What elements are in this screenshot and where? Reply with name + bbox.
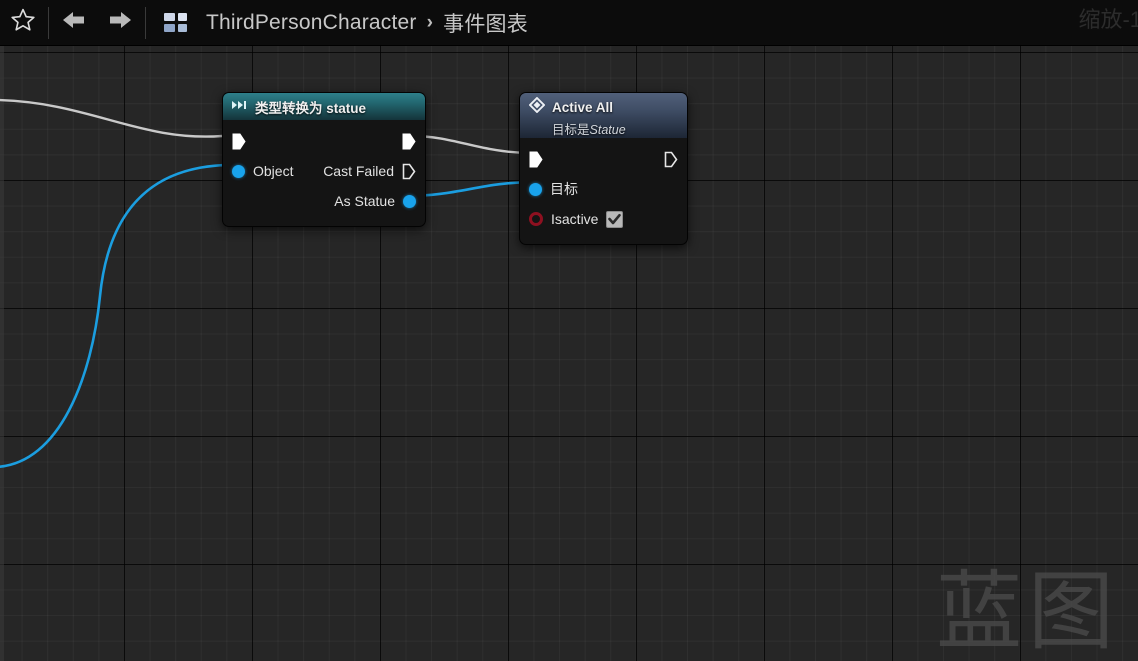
exec-in-icon	[529, 151, 543, 167]
blueprint-editor: ThirdPersonCharacter › 事件图表 缩放-1 类型转换为 s…	[0, 0, 1138, 661]
cast-exec-in-pin[interactable]	[232, 133, 246, 150]
active-all-node[interactable]: Active All 目标是Statue 目标 Isactive	[519, 92, 688, 245]
cast-node-body: Object Cast Failed As Statue	[223, 120, 425, 226]
as-statue-out-pin[interactable]	[403, 194, 416, 208]
exec-out-icon	[664, 151, 678, 167]
blueprint-asset-icon	[162, 10, 192, 36]
function-diamond-icon	[528, 96, 546, 118]
cast-failed-exec-pin[interactable]	[402, 163, 416, 180]
star-icon	[10, 7, 36, 38]
active-all-node-header[interactable]: Active All 目标是Statue	[520, 93, 687, 138]
zoom-level-label: 缩放-1	[1078, 7, 1138, 32]
active-exec-row	[520, 144, 687, 174]
active-exec-in-pin[interactable]	[529, 151, 543, 168]
arrow-right-icon	[106, 8, 134, 37]
favorite-button[interactable]	[0, 0, 46, 46]
target-in-pin[interactable]	[529, 182, 542, 196]
cast-node-header[interactable]: 类型转换为 statue	[223, 93, 425, 120]
active-exec-out-pin[interactable]	[664, 151, 678, 168]
breadcrumb: ThirdPersonCharacter › 事件图表	[206, 8, 528, 38]
cast-as-statue-row: As Statue	[223, 186, 425, 216]
toolbar-divider-1	[48, 6, 49, 39]
active-all-node-title: Active All	[552, 100, 614, 115]
cast-exec-row	[223, 126, 425, 156]
breadcrumb-root[interactable]: ThirdPersonCharacter	[206, 11, 417, 35]
breadcrumb-separator-icon: ›	[426, 11, 434, 33]
target-pin-label: 目标	[550, 181, 578, 197]
cast-arrows-icon	[232, 98, 248, 116]
exec-wire-into-cast	[0, 98, 223, 138]
object-in-pin[interactable]	[232, 164, 245, 178]
forward-button[interactable]	[97, 0, 143, 46]
cast-exec-out-pin[interactable]	[402, 133, 416, 150]
exec-in-icon	[232, 133, 246, 149]
exec-wire-cast-to-active	[411, 134, 534, 155]
cast-node[interactable]: 类型转换为 statue Object Cast Failed As Statu…	[222, 92, 426, 227]
cast-failed-pin-label: Cast Failed	[323, 163, 394, 179]
object-pin-label: Object	[253, 163, 294, 179]
cast-node-title: 类型转换为 statue	[255, 100, 367, 116]
event-graph-canvas[interactable]: 类型转换为 statue Object Cast Failed As Statu…	[0, 46, 1138, 661]
subtitle-prefix: 目标是	[552, 123, 590, 137]
cast-object-row: Object Cast Failed	[223, 156, 425, 186]
as-statue-pin-label: As Statue	[334, 193, 395, 209]
check-icon	[608, 213, 622, 224]
blueprint-watermark: 蓝图	[936, 564, 1120, 660]
active-all-node-body: 目标 Isactive	[520, 138, 687, 244]
active-target-row: 目标	[520, 174, 687, 204]
subtitle-target: Statue	[589, 123, 626, 137]
active-isactive-row: Isactive	[520, 204, 687, 234]
back-button[interactable]	[51, 0, 97, 46]
arrow-left-icon	[60, 8, 88, 37]
toolbar-divider-2	[145, 6, 146, 39]
breadcrumb-current[interactable]: 事件图表	[443, 8, 528, 38]
isactive-bool-pin[interactable]	[529, 212, 543, 226]
graph-toolbar: ThirdPersonCharacter › 事件图表 缩放-1	[0, 0, 1138, 46]
active-all-node-subtitle: 目标是Statue	[552, 119, 626, 138]
isactive-checkbox[interactable]	[606, 210, 624, 228]
object-wire-into-cast	[0, 163, 237, 468]
exec-out-icon	[402, 133, 416, 149]
isactive-pin-label: Isactive	[551, 211, 599, 227]
